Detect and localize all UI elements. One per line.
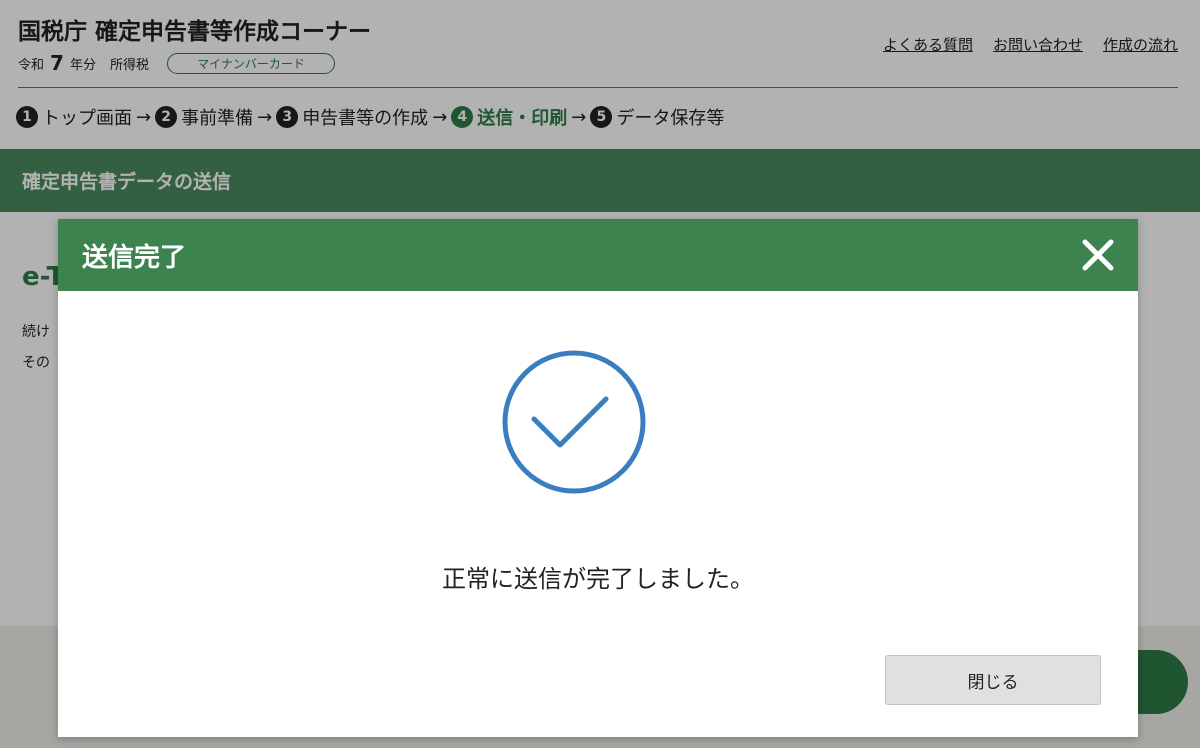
close-icon-svg [1082,239,1114,271]
dialog-title: 送信完了 [82,243,187,273]
check-circle-icon [502,350,646,494]
close-icon[interactable] [1080,237,1116,273]
close-button[interactable]: 閉じる [885,655,1101,705]
send-complete-dialog: 送信完了 正常に送信が完了しました。 閉じる [58,219,1138,737]
dialog-header: 送信完了 [58,219,1138,291]
success-message: 正常に送信が完了しました。 [442,565,754,593]
